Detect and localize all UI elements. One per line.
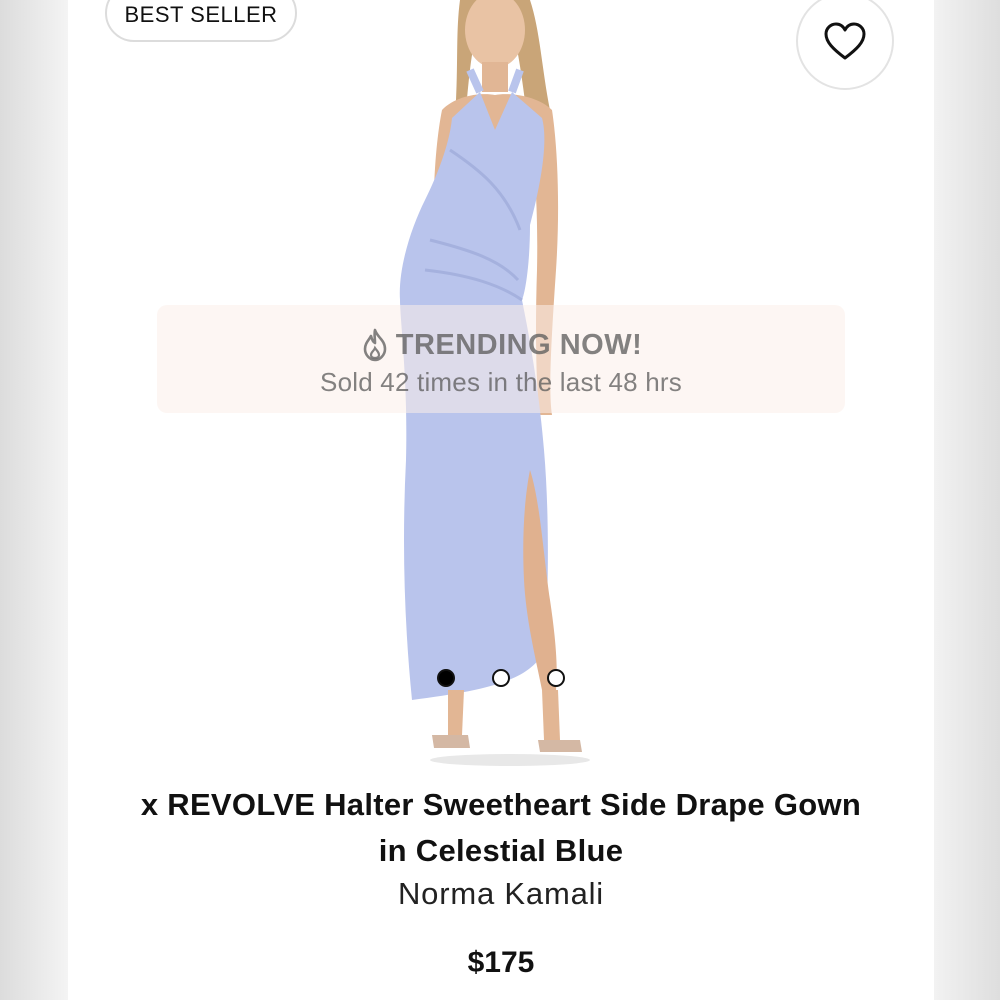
carousel-dot-2[interactable] bbox=[492, 669, 510, 687]
trending-heading: TRENDING NOW! bbox=[395, 328, 643, 361]
trending-subtext: Sold 42 times in the last 48 hrs bbox=[320, 367, 682, 397]
product-price: $175 bbox=[467, 946, 535, 979]
best-seller-label: BEST SELLER bbox=[124, 2, 278, 27]
carousel-dot-1[interactable] bbox=[437, 669, 455, 687]
carousel-dot-3[interactable] bbox=[547, 669, 565, 687]
product-title: x REVOLVE Halter Sweetheart Side Drape G… bbox=[68, 782, 934, 874]
best-seller-badge: BEST SELLER bbox=[105, 0, 297, 42]
carousel-dots bbox=[0, 669, 1000, 689]
trending-heading-row: TRENDING NOW! bbox=[157, 327, 845, 363]
product-title-line-2: in Celestial Blue bbox=[378, 833, 624, 868]
product-brand[interactable]: Norma Kamali bbox=[68, 872, 934, 916]
product-page: BEST SELLER TRENDING NOW! Sold 42 times … bbox=[0, 0, 1000, 1000]
heart-outline-icon bbox=[824, 22, 866, 60]
flame-icon bbox=[363, 328, 387, 362]
product-title-line-1: x REVOLVE Halter Sweetheart Side Drape G… bbox=[140, 787, 862, 822]
trending-banner: TRENDING NOW! Sold 42 times in the last … bbox=[157, 305, 845, 413]
